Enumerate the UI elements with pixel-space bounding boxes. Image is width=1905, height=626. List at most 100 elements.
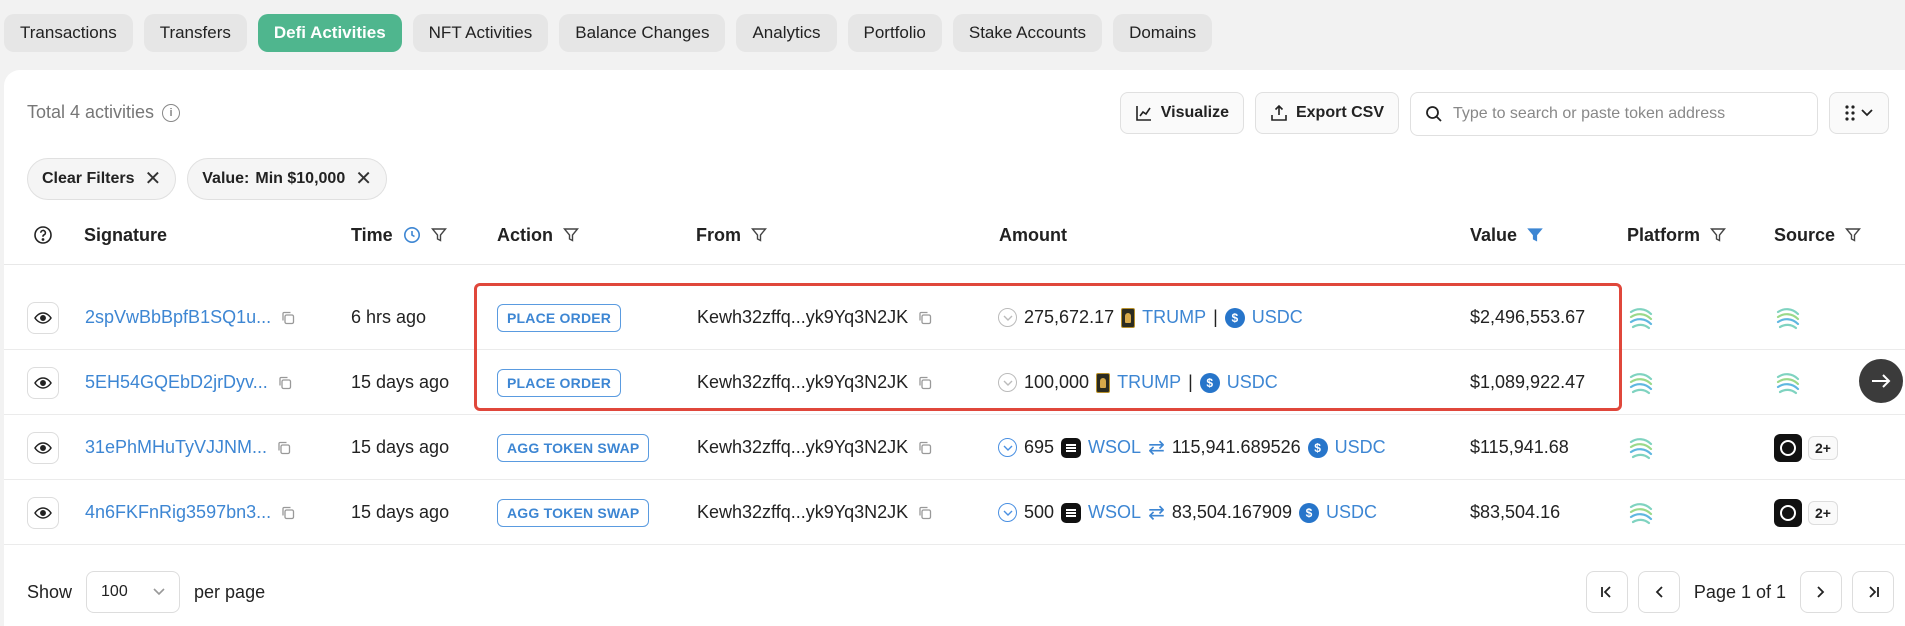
- signature-link[interactable]: 5EH54GQEbD2jrDyv...: [85, 372, 268, 393]
- copy-icon[interactable]: [278, 376, 292, 390]
- last-page-button[interactable]: [1852, 571, 1894, 613]
- tab-transactions[interactable]: Transactions: [4, 14, 133, 52]
- swap-arrows-icon: ⇄: [1148, 502, 1165, 524]
- tab-transfers[interactable]: Transfers: [143, 14, 247, 52]
- header-amount-label: Amount: [999, 224, 1067, 245]
- amount-value: 275,672.17: [1024, 307, 1115, 327]
- tab-defi-activities[interactable]: Defi Activities: [257, 14, 402, 52]
- chevron-down-icon[interactable]: [998, 503, 1017, 522]
- signature-link[interactable]: 4n6FKFnRig3597bn3...: [85, 502, 271, 523]
- platform-icon[interactable]: [1627, 434, 1655, 462]
- amount2-value: 115,941.689526: [1171, 437, 1301, 457]
- from-address[interactable]: Kewh32zffq...yk9Yq3N2JK: [697, 307, 908, 328]
- source-icon[interactable]: [1774, 369, 1802, 397]
- token-link[interactable]: WSOL: [1088, 502, 1141, 523]
- wsol-token-icon: [1061, 502, 1082, 523]
- filter-icon[interactable]: [1845, 227, 1862, 243]
- from-address[interactable]: Kewh32zffq...yk9Yq3N2JK: [697, 437, 908, 458]
- tab-domains[interactable]: Domains: [1113, 14, 1213, 52]
- prev-page-button[interactable]: [1637, 571, 1680, 613]
- source-icon[interactable]: [1774, 433, 1802, 462]
- tab-analytics[interactable]: Analytics: [736, 14, 837, 52]
- token-link[interactable]: USDC: [1227, 372, 1278, 393]
- copy-icon[interactable]: [277, 441, 291, 455]
- trump-token-icon: [1096, 372, 1111, 393]
- tab-bar: Transactions Transfers Defi Activities N…: [4, 14, 1213, 52]
- search-icon: [1426, 106, 1442, 122]
- filter-icon[interactable]: [1710, 227, 1727, 243]
- clear-filters-chip[interactable]: Clear Filters ✕: [27, 158, 177, 200]
- eye-icon[interactable]: [27, 431, 59, 464]
- platform-icon[interactable]: [1627, 499, 1655, 527]
- source-icon[interactable]: [1774, 304, 1802, 332]
- filter-icon[interactable]: [430, 227, 447, 243]
- eye-icon[interactable]: [27, 301, 59, 334]
- value-filter-chip[interactable]: Value: Min $10,000 ✕: [187, 158, 387, 200]
- usdc-token-icon: $: [1298, 502, 1319, 523]
- table-row[interactable]: 31ePhMHuTyVJJNM... 15 days ago AGG TOKEN…: [4, 415, 1905, 480]
- header-from-label: From: [696, 224, 741, 245]
- next-page-button[interactable]: [1800, 571, 1842, 613]
- eye-icon[interactable]: [27, 496, 59, 529]
- from-address[interactable]: Kewh32zffq...yk9Yq3N2JK: [697, 372, 908, 393]
- close-icon[interactable]: ✕: [355, 169, 372, 189]
- copy-icon[interactable]: [918, 506, 932, 520]
- search-input[interactable]: [1453, 105, 1803, 123]
- export-csv-button[interactable]: Export CSV: [1254, 92, 1399, 134]
- platform-icon[interactable]: [1627, 369, 1655, 397]
- visualize-button[interactable]: Visualize: [1119, 92, 1244, 134]
- copy-icon[interactable]: [281, 506, 295, 520]
- view-options-button[interactable]: [1829, 92, 1889, 134]
- header-time-label: Time: [351, 224, 393, 245]
- close-icon[interactable]: ✕: [144, 169, 161, 189]
- first-page-icon: [1601, 586, 1611, 598]
- copy-icon[interactable]: [918, 311, 932, 325]
- time-text: 15 days ago: [351, 502, 450, 522]
- scroll-right-button[interactable]: [1859, 359, 1903, 403]
- copy-icon[interactable]: [918, 441, 932, 455]
- source-icon[interactable]: [1774, 498, 1802, 527]
- token-link[interactable]: TRUMP: [1117, 372, 1181, 393]
- tab-portfolio[interactable]: Portfolio: [847, 14, 942, 52]
- token-link[interactable]: USDC: [1252, 307, 1303, 328]
- more-sources-badge[interactable]: 2+: [1808, 500, 1838, 525]
- token-link[interactable]: USDC: [1335, 437, 1386, 458]
- filter-icon[interactable]: [563, 227, 579, 243]
- table-row[interactable]: 4n6FKFnRig3597bn3... 15 days ago AGG TOK…: [4, 480, 1905, 545]
- table-header: Signature Time Action From Amount Value …: [4, 205, 1905, 265]
- signature-link[interactable]: 31ePhMHuTyVJJNM...: [85, 437, 267, 458]
- eye-icon[interactable]: [27, 366, 59, 399]
- help-icon[interactable]: [33, 205, 53, 265]
- separator: |: [1188, 372, 1193, 392]
- from-address[interactable]: Kewh32zffq...yk9Yq3N2JK: [697, 502, 908, 523]
- token-search: [1410, 92, 1818, 136]
- chevron-down-icon[interactable]: [998, 438, 1017, 457]
- separator: |: [1213, 307, 1218, 327]
- chevron-down-icon[interactable]: [998, 308, 1017, 327]
- clock-icon[interactable]: [403, 226, 421, 244]
- tab-balance-changes[interactable]: Balance Changes: [559, 14, 726, 52]
- platform-icon[interactable]: [1627, 304, 1655, 332]
- signature-link[interactable]: 2spVwBbBpfB1SQ1u...: [85, 307, 271, 328]
- value-text: $1,089,922.47: [1470, 372, 1586, 392]
- per-page-select[interactable]: 100: [86, 571, 181, 613]
- more-sources-badge[interactable]: 2+: [1808, 435, 1838, 460]
- clear-filters-label: Clear Filters: [42, 170, 135, 187]
- copy-icon[interactable]: [918, 376, 932, 390]
- token-link[interactable]: WSOL: [1088, 437, 1141, 458]
- tab-stake-accounts[interactable]: Stake Accounts: [952, 14, 1103, 52]
- first-page-button[interactable]: [1585, 571, 1628, 613]
- filter-active-icon[interactable]: [1527, 227, 1543, 243]
- tab-nft-activities[interactable]: NFT Activities: [412, 14, 549, 52]
- token-link[interactable]: USDC: [1326, 502, 1377, 523]
- info-icon[interactable]: i: [162, 103, 181, 122]
- pagination: Page 1 of 1: [1585, 571, 1894, 613]
- table-row[interactable]: 2spVwBbBpfB1SQ1u... 6 hrs ago PLACE ORDE…: [4, 285, 1905, 350]
- table-row[interactable]: 5EH54GQEbD2jrDyv... 15 days ago PLACE OR…: [4, 350, 1905, 415]
- header-platform-label: Platform: [1627, 224, 1701, 245]
- export-csv-label: Export CSV: [1295, 104, 1384, 121]
- chevron-down-icon[interactable]: [998, 373, 1017, 392]
- token-link[interactable]: TRUMP: [1142, 307, 1206, 328]
- filter-icon[interactable]: [751, 227, 767, 243]
- copy-icon[interactable]: [281, 311, 295, 325]
